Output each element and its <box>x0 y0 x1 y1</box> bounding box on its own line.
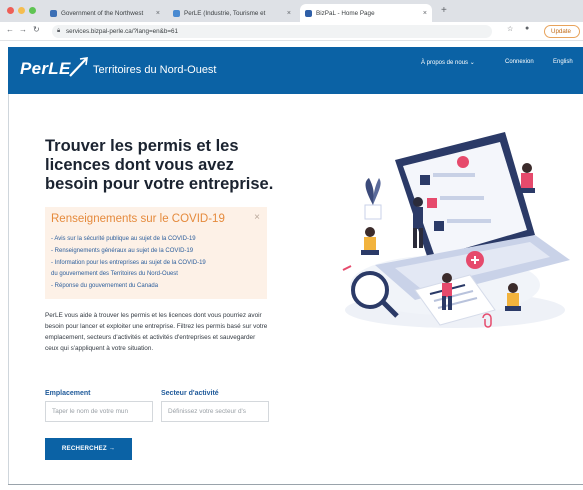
logo-swoosh-icon <box>69 57 88 77</box>
bookmark-star-icon[interactable]: ☆ <box>507 25 513 33</box>
sector-label: Secteur d'activité <box>161 390 219 397</box>
sector-input[interactable]: Définissez votre secteur d's <box>161 401 269 422</box>
tab-title: BizPaL - Home Page <box>316 9 375 17</box>
browser-tab[interactable]: PerLE (Industrie, Tourisme et × <box>168 4 296 22</box>
plant-illustration <box>364 178 382 220</box>
url-text: services.bizpal-perle.ca/?lang=en&b=61 <box>66 28 179 35</box>
person-reading-illustration <box>361 227 379 255</box>
lock-icon: 🔒︎ <box>57 28 61 34</box>
covid-link[interactable]: du gouvernement des Territoires du Nord-… <box>51 271 178 277</box>
profile-icon[interactable]: ● <box>525 25 529 32</box>
nav-language-link[interactable]: English <box>553 59 573 65</box>
tab-title: PerLE (Industrie, Tourisme et <box>184 9 266 17</box>
location-label: Emplacement <box>45 390 91 397</box>
covid-link[interactable]: - Avis sur la sécurité publique au sujet… <box>51 236 196 242</box>
back-arrow-icon[interactable]: ← <box>6 25 14 34</box>
laptop-illustration <box>375 132 570 300</box>
covid-link[interactable]: - Information pour les entreprises au su… <box>51 260 206 266</box>
close-tab-icon[interactable]: × <box>287 10 291 17</box>
site-favicon-icon <box>173 9 180 17</box>
covid-link[interactable]: - Renseignements généraux au sujet de la… <box>51 248 193 254</box>
maximize-window-button[interactable] <box>29 7 36 14</box>
globe-icon <box>50 9 57 17</box>
site-favicon-icon <box>305 9 312 17</box>
intro-description: PerLE vous aide à trouver les permis et … <box>45 312 268 352</box>
minimize-window-button[interactable] <box>18 7 25 14</box>
perle-logo[interactable]: PerLE <box>20 59 71 79</box>
url-field[interactable]: 🔒︎ services.bizpal-perle.ca/?lang=en&b=6… <box>52 25 492 38</box>
page-bottom-border <box>8 484 583 485</box>
nav-about-link[interactable]: À propos de nous ⌄ <box>421 59 475 66</box>
address-bar-row: ← → ↻ 🔒︎ services.bizpal-perle.ca/?lang=… <box>0 22 583 41</box>
search-button[interactable]: RECHERCHEZ → <box>45 438 132 460</box>
site-header: PerLE Territoires du Nord-Ouest À propos… <box>8 47 583 94</box>
site-title: Territoires du Nord-Ouest <box>93 64 217 76</box>
covid-heading: Renseignements sur le COVID-19 <box>51 213 225 225</box>
page-title: Trouver les permis et les licences dont … <box>45 137 274 193</box>
browser-tab[interactable]: Government of the Northwest × <box>45 4 165 22</box>
nav-login-link[interactable]: Connexion <box>505 59 534 65</box>
forward-arrow-icon[interactable]: → <box>19 25 27 34</box>
browser-tab-active[interactable]: BizPaL - Home Page × <box>300 4 432 22</box>
nav-about-label: À propos de nous <box>421 60 469 66</box>
tab-title: Government of the Northwest <box>61 9 144 17</box>
close-tab-icon[interactable]: × <box>423 10 427 17</box>
person-sitting-illustration <box>519 163 535 193</box>
update-button[interactable]: Update <box>544 25 580 38</box>
close-window-button[interactable] <box>7 7 14 14</box>
close-tab-icon[interactable]: × <box>156 10 160 17</box>
hero-illustration <box>342 132 570 328</box>
person-standing-illustration <box>413 197 423 248</box>
reload-icon[interactable]: ↻ <box>33 25 40 34</box>
browser-tab-bar: Government of the Northwest × PerLE (Ind… <box>0 0 583 22</box>
covid-alert-box: Renseignements sur le COVID-19 × - Avis … <box>45 207 267 299</box>
chevron-down-icon: ⌄ <box>469 60 475 66</box>
new-tab-button[interactable]: + <box>441 5 447 16</box>
close-icon[interactable]: × <box>254 212 260 223</box>
covid-link[interactable]: - Réponse du gouvernement du Canada <box>51 283 158 289</box>
location-input[interactable]: Taper le nom de votre mun <box>45 401 153 422</box>
